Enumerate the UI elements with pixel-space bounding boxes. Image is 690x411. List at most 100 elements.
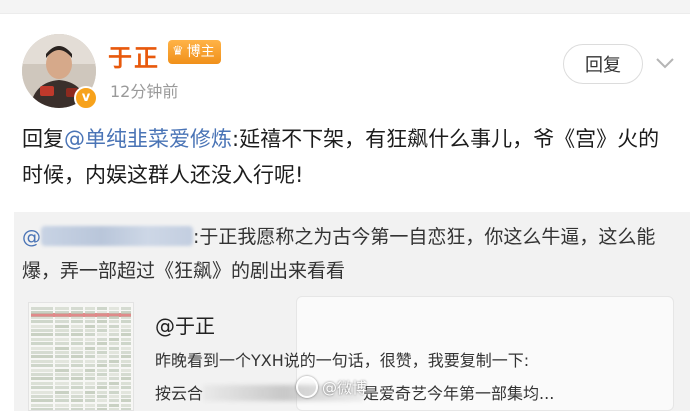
watermark-text: @微博 <box>322 378 368 397</box>
thumbnail-cell <box>31 307 53 310</box>
thumbnail-cell <box>85 364 95 368</box>
thumbnail-cell <box>71 403 83 407</box>
thumbnail-cell <box>109 355 119 359</box>
top-strip <box>0 0 690 14</box>
card-line-2-start: 按云合 <box>155 384 204 403</box>
thumbnail-cell <box>31 337 53 341</box>
thumbnail-cell <box>71 324 83 328</box>
thumbnail-cell <box>97 329 107 332</box>
thumbnail-cell <box>55 337 69 341</box>
card-thumbnail[interactable] <box>28 302 134 411</box>
thumbnail-cell <box>109 364 119 368</box>
thumbnail-cell <box>121 337 131 341</box>
thumbnail-cell <box>71 342 83 346</box>
thumbnail-cell <box>71 381 83 385</box>
thumbnail-cell <box>97 399 107 403</box>
username[interactable]: 于正 <box>108 38 160 73</box>
thumbnail-cell <box>55 377 69 381</box>
thumbnail-cell <box>85 355 95 359</box>
thumbnail-cell <box>55 307 69 310</box>
thumbnail-cell <box>121 329 131 332</box>
thumbnail-cell <box>109 399 119 403</box>
chevron-down-icon[interactable] <box>654 52 676 74</box>
thumbnail-cell <box>71 307 83 310</box>
thumbnail-cell <box>55 386 69 390</box>
thumbnail-cell <box>109 395 119 398</box>
mention-link[interactable]: @单纯韭菜爱修炼 <box>64 127 232 151</box>
thumbnail-cell <box>55 355 69 359</box>
thumbnail-cell <box>71 395 83 398</box>
thumbnail-cell <box>97 333 107 337</box>
thumbnail-cell <box>31 399 53 403</box>
thumbnail-cell <box>85 342 95 346</box>
thumbnail-cell <box>71 368 83 372</box>
thumbnail-cell <box>109 403 119 407</box>
thumbnail-cell <box>121 346 131 350</box>
reply-button-label: 回复 <box>585 55 621 76</box>
thumbnail-cell <box>31 403 53 407</box>
thumbnail-cell <box>121 342 131 346</box>
thumbnail-cell <box>109 359 119 363</box>
thumbnail-cell <box>85 337 95 341</box>
thumbnail-cell <box>85 320 95 324</box>
thumbnail-cell <box>55 390 69 394</box>
thumbnail-cell <box>97 342 107 346</box>
thumbnail-cell <box>109 390 119 394</box>
thumbnail-cell <box>31 390 53 394</box>
thumbnail-cell <box>109 377 119 381</box>
thumbnail-cell <box>55 333 69 337</box>
thumbnail-cell <box>97 390 107 394</box>
thumbnail-cell <box>71 355 83 359</box>
thumbnail-cell <box>85 315 95 319</box>
thumbnail-cell <box>109 337 119 341</box>
card-title[interactable]: @于正 <box>155 310 215 339</box>
thumbnail-cell <box>55 381 69 385</box>
thumbnail-cell <box>85 390 95 394</box>
post-timestamp: 12分钟前 <box>110 82 179 101</box>
thumbnail-cell <box>71 390 83 394</box>
thumbnail-cell <box>121 399 131 403</box>
weibo-logo-icon <box>296 376 318 398</box>
thumbnail-cell <box>31 342 53 346</box>
thumbnail-cell <box>121 320 131 324</box>
thumbnail-cell <box>121 359 131 363</box>
thumbnail-cell <box>85 395 95 398</box>
thumbnail-cell <box>97 368 107 372</box>
thumbnail-cell <box>31 315 53 319</box>
thumbnail-cell <box>31 373 53 376</box>
thumbnail-cell <box>121 355 131 359</box>
thumbnail-cell <box>31 311 53 315</box>
thumbnail-cell <box>109 311 119 315</box>
thumbnail-cell <box>97 386 107 390</box>
thumbnail-cell <box>31 333 53 337</box>
thumbnail-cell <box>121 403 131 407</box>
thumbnail-cell <box>85 386 95 390</box>
thumbnail-cell <box>121 395 131 398</box>
thumbnail-cell <box>97 324 107 328</box>
thumbnail-cell <box>31 377 53 381</box>
thumbnail-cell <box>55 364 69 368</box>
thumbnail-cell <box>31 355 53 359</box>
thumbnail-cell <box>55 399 69 403</box>
thumbnail-cell <box>31 381 53 385</box>
role-badge: ♛ 博主 <box>168 40 221 64</box>
thumbnail-cell <box>109 307 119 310</box>
thumbnail-cell <box>109 333 119 337</box>
thumbnail-cell <box>71 315 83 319</box>
thumbnail-cell <box>55 320 69 324</box>
weibo-watermark: @微博 <box>296 376 367 398</box>
thumbnail-cell <box>85 333 95 337</box>
thumbnail-cell <box>109 351 119 354</box>
thumbnail-cell <box>97 355 107 359</box>
card-line-2-end: 是爱奇艺今年第一部集均... <box>363 384 555 403</box>
thumbnail-cell <box>55 315 69 319</box>
verified-badge-icon: v <box>74 86 98 110</box>
thumbnail-cell <box>121 368 131 372</box>
thumbnail-cell <box>85 329 95 332</box>
thumbnail-cell <box>55 359 69 363</box>
thumbnail-cell <box>121 351 131 354</box>
thumbnail-cell <box>31 364 53 368</box>
thumbnail-cell <box>121 333 131 337</box>
reply-button[interactable]: 回复 <box>563 44 643 84</box>
thumbnail-cell <box>109 346 119 350</box>
